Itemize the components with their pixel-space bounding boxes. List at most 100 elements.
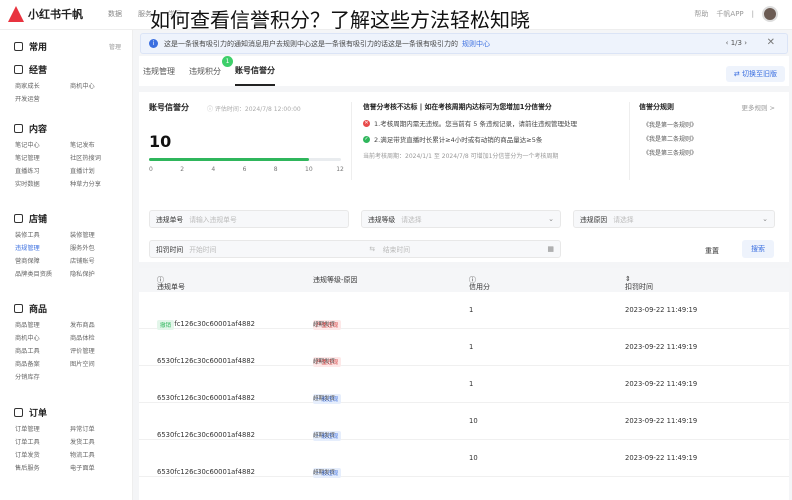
warning-footer: 当前考核周期：2024/1/1 至 2024/7/8 可增加1分信誉分为一个考核… <box>363 153 559 160</box>
sidebar-item[interactable]: 异常订单 <box>70 424 95 433</box>
table-row[interactable]: 6530fc126c30c60001af4882 严重违规 超期发货 1 2023-0… <box>139 329 789 367</box>
sidebar-item[interactable]: 种草力分享 <box>70 179 101 188</box>
sidebar-item[interactable]: 发布商品 <box>70 320 95 329</box>
app-logo[interactable]: 小红书千帆 <box>8 6 83 22</box>
rule-link[interactable]: 《我是第二条规则》 <box>643 134 697 143</box>
sidebar-item[interactable]: 商家成长 <box>15 81 40 90</box>
sidebar-item[interactable]: 服务外包 <box>70 243 95 252</box>
sidebar-item[interactable]: 商品备案 <box>15 359 40 368</box>
score-tick: 0 <box>149 166 153 173</box>
warning-item-fail: ✕ 1.考核周期内需无违规。您当前有 5 条违规记录，请前往违规管理处理 <box>363 118 577 128</box>
column-header: 违规单号 ⓘ <box>157 276 185 291</box>
sidebar-item[interactable]: 笔记管理 <box>15 153 40 162</box>
sidebar-section-title[interactable]: 内容 <box>14 122 47 135</box>
help-link[interactable]: 帮助 <box>694 9 708 19</box>
sidebar-item[interactable]: 社区热搜词 <box>70 153 101 162</box>
sidebar-section-title[interactable]: 商品 <box>14 302 47 315</box>
sidebar-item[interactable]: 订单工具 <box>15 437 40 446</box>
sidebar-item[interactable]: 直播计划 <box>70 166 95 175</box>
rule-link[interactable]: 《我是第一条规则》 <box>643 120 697 129</box>
sidebar-item[interactable]: 商机中心 <box>15 333 40 342</box>
close-icon[interactable]: ✕ <box>767 37 775 48</box>
sidebar-item[interactable]: 品牌类目资质 <box>15 269 52 278</box>
credit-score: 10 <box>469 454 478 462</box>
end-time[interactable]: 结束时间 <box>383 244 410 254</box>
section-label: 店铺 <box>29 215 48 225</box>
penalty-time: 2023-09-22 11:49:19 <box>625 306 698 314</box>
section-icon <box>14 65 23 74</box>
sidebar-item[interactable]: 订单管理 <box>15 424 40 433</box>
sidebar-item[interactable]: 笔记发布 <box>70 140 95 149</box>
section-icon <box>14 214 23 223</box>
sidebar-item[interactable]: 实时数据 <box>15 179 40 188</box>
reset-button[interactable]: 重置 <box>705 246 719 256</box>
sidebar-item[interactable]: 图片空间 <box>70 359 95 368</box>
sidebar-item[interactable]: 电子面单 <box>70 463 95 472</box>
sidebar-item[interactable]: 隐私保护 <box>70 269 95 278</box>
app-download-link[interactable]: 千帆APP <box>716 9 743 19</box>
sidebar-item[interactable]: 商机中心 <box>70 81 95 90</box>
reason-text: 超期发货 <box>313 470 336 476</box>
table-row[interactable]: 6530fc126c30c60001af4882 一般违规 超期发货 10 2023-… <box>139 403 789 441</box>
more-rules-link[interactable]: 更多规则 > <box>741 102 775 112</box>
column-label: 扣罚时间 <box>625 283 653 291</box>
logo-icon <box>8 6 24 22</box>
tab-account-credit[interactable]: 账号信誉分 <box>235 57 275 86</box>
violation-no-text: 6530fc126c30c60001af4882 <box>157 394 256 402</box>
start-time[interactable]: 开始时间 <box>189 244 349 254</box>
sidebar-item[interactable]: 发货工具 <box>70 437 95 446</box>
sidebar-item[interactable]: 店铺账号 <box>70 256 95 265</box>
top-nav-item[interactable]: 数据 <box>108 9 122 19</box>
sidebar-item[interactable]: 评价管理 <box>70 346 95 355</box>
notice-pager[interactable]: ‹ 1/3 › <box>726 39 747 47</box>
filter-panel: 违规单号 请输入违规单号 违规等级 请选择 ⌄ 违规原因 请选择 ⌄ 扣罚时间 … <box>139 202 789 262</box>
sidebar-item[interactable]: 笔记中心 <box>15 140 40 149</box>
sidebar-item[interactable]: 商品管理 <box>15 320 40 329</box>
field-label: 违规等级 <box>368 216 396 224</box>
sidebar-item[interactable]: 开发运营 <box>15 94 40 103</box>
avatar[interactable] <box>762 6 778 22</box>
sidebar-section-title[interactable]: 经营 <box>14 63 47 76</box>
field-placeholder: 请选择 <box>401 216 422 224</box>
violation-reason-select[interactable]: 违规原因 请选择 ⌄ <box>573 210 775 228</box>
field-label: 扣罚时间 <box>156 246 184 254</box>
switch-old-version-button[interactable]: ⇄ 切换至旧版 <box>725 66 785 82</box>
tab-badge: 1 <box>222 55 233 67</box>
violation-no-input[interactable]: 违规单号 请输入违规单号 <box>149 210 349 228</box>
sidebar-item[interactable]: 订单发货 <box>15 450 40 459</box>
tab-bar: 违规管理 违规积分 1 账号信誉分 ⇄ 切换至旧版 <box>139 55 789 86</box>
search-button[interactable]: 搜索 <box>742 240 774 258</box>
field-placeholder: 请选择 <box>613 216 634 224</box>
credit-score: 1 <box>469 306 474 314</box>
sidebar-item[interactable]: 违规管理 <box>15 243 40 252</box>
sidebar-item[interactable]: 直播练习 <box>15 166 40 175</box>
sidebar-item[interactable]: 物流工具 <box>70 450 95 459</box>
violation-level-select[interactable]: 违规等级 请选择 ⌄ <box>361 210 561 228</box>
sidebar-item[interactable]: 分销库存 <box>15 372 40 381</box>
sidebar-section-title[interactable]: 订单 <box>14 406 47 419</box>
rules-title: 信誉分规则 <box>639 103 674 111</box>
sidebar-item[interactable]: 商品体检 <box>70 333 95 342</box>
rule-link[interactable]: 《我是第三条规则》 <box>643 148 697 157</box>
manage-link[interactable]: 管理 <box>109 42 121 51</box>
sidebar-section-title[interactable]: 店铺 <box>14 212 47 225</box>
rules-center-link[interactable]: 规则中心 <box>462 39 490 49</box>
penalty-time: 2023-09-22 11:49:19 <box>625 417 698 425</box>
table-row[interactable]: 6530fc126c30c60001af4882 一般违规 超期发货 1 2023-0… <box>139 366 789 404</box>
tab-violation-management[interactable]: 违规管理 <box>143 58 175 85</box>
penalty-time-range[interactable]: 扣罚时间 开始时间 ⇆ 结束时间 ▦ <box>149 240 561 258</box>
sidebar-item[interactable]: 商品工具 <box>15 346 40 355</box>
table-row[interactable]: 6530fc126c30c60001af4882 一般违规 超期发货 10 2023-… <box>139 440 789 478</box>
table-row[interactable]: 6530fc126c30c60001af4882 撤销 严重违规 超期发货 1 202… <box>139 292 789 330</box>
violation-no-text: 6530fc126c30c60001af4882 <box>157 468 256 476</box>
chevron-down-icon: ⌄ <box>762 215 768 223</box>
check-icon: ✓ <box>363 135 370 143</box>
sidebar-item[interactable]: 营商保障 <box>15 256 40 265</box>
notice-bar: i 这是一条很有吸引力的通知消息用户去规则中心这是一条很有吸引力的话这是一条很有… <box>140 33 788 54</box>
column-header-sortable[interactable]: 扣罚时间 ⇕ <box>625 275 653 291</box>
sidebar-item[interactable]: 售后服务 <box>15 463 40 472</box>
sidebar-section-title[interactable]: 常用 <box>14 40 47 53</box>
sidebar-item[interactable]: 装修工具 <box>15 230 40 239</box>
tab-violation-points[interactable]: 违规积分 1 <box>189 55 233 85</box>
sidebar-item[interactable]: 装修管理 <box>70 230 95 239</box>
